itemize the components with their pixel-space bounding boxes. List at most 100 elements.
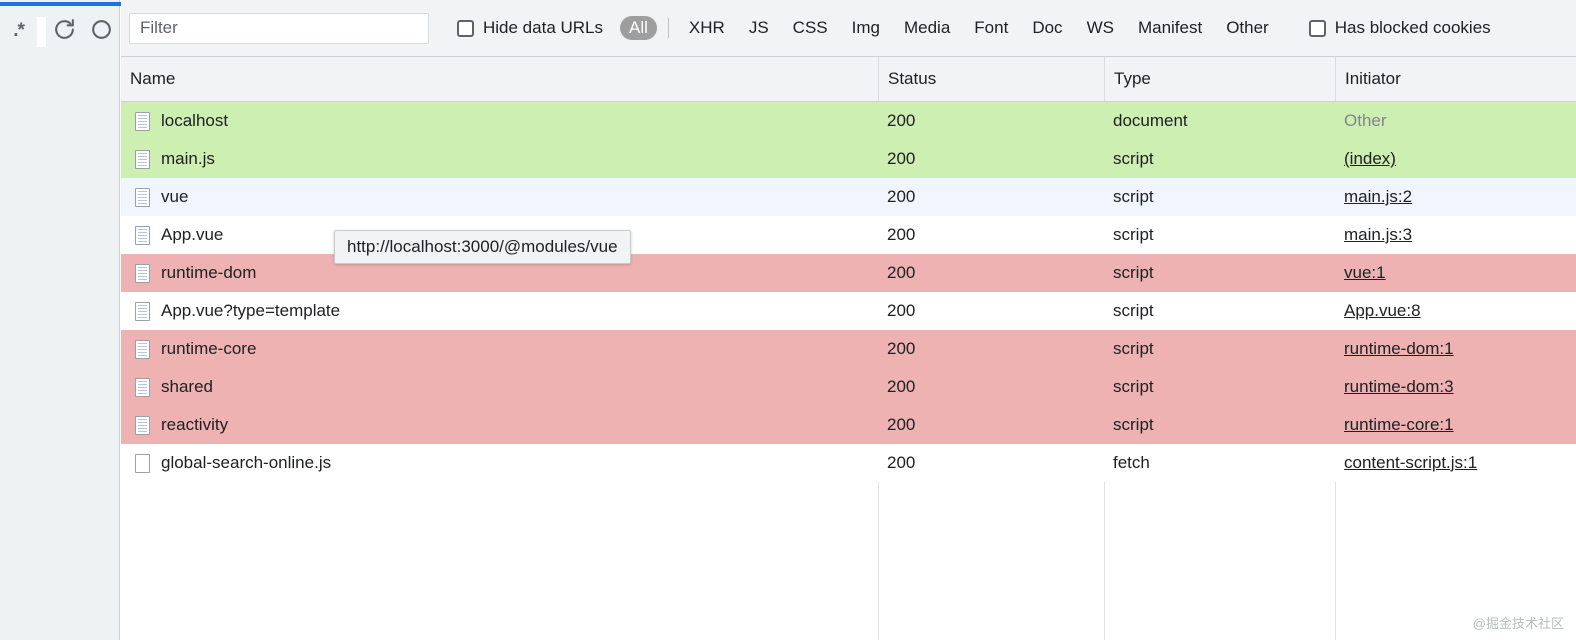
network-toolbar: Filter Hide data URLs All XHR JS CSS Img… bbox=[121, 0, 1576, 57]
initiator-link[interactable]: runtime-dom:1 bbox=[1344, 339, 1454, 358]
cell-status: 200 bbox=[887, 149, 916, 168]
file-lined-icon bbox=[135, 263, 150, 283]
type-filter-font[interactable]: Font bbox=[965, 16, 1017, 40]
progress-fill bbox=[0, 2, 122, 6]
request-name: runtime-dom bbox=[161, 263, 257, 282]
watermark: @掘金技术社区 bbox=[1472, 616, 1564, 631]
request-name: App.vue?type=template bbox=[161, 301, 341, 320]
devtools-network-panel: .* Filter Hide data URLs All XHR JS CSS … bbox=[0, 0, 1576, 640]
table-header-row: Name Status Type Initiator bbox=[121, 57, 1576, 102]
cell-initiator: runtime-dom:3 bbox=[1335, 368, 1576, 406]
type-filter-img[interactable]: Img bbox=[843, 16, 889, 40]
cell-name: global-search-online.js bbox=[121, 444, 878, 482]
cell-type: script bbox=[1113, 377, 1154, 396]
type-filter-other[interactable]: Other bbox=[1217, 16, 1278, 40]
table-row[interactable]: main.js 200 script (index) bbox=[121, 140, 1576, 178]
type-filter-ws[interactable]: WS bbox=[1078, 16, 1123, 40]
initiator-link[interactable]: runtime-dom:3 bbox=[1344, 377, 1454, 396]
cell-type: script bbox=[1113, 339, 1154, 358]
type-filter-js[interactable]: JS bbox=[740, 16, 778, 40]
request-name: App.vue bbox=[161, 225, 224, 244]
type-filter-divider bbox=[667, 18, 669, 38]
left-rail: .* bbox=[0, 0, 124, 640]
cell-initiator: content-script.js:1 bbox=[1335, 444, 1576, 482]
cell-initiator: runtime-dom:1 bbox=[1335, 330, 1576, 368]
regex-filter-button[interactable]: .* bbox=[0, 12, 37, 52]
table-row[interactable]: reactivity 200 script runtime-core:1 bbox=[121, 406, 1576, 444]
file-lined-icon bbox=[135, 301, 150, 321]
cell-initiator: vue:1 bbox=[1335, 254, 1576, 292]
initiator-link[interactable]: App.vue:8 bbox=[1344, 301, 1421, 320]
hide-data-urls-label: Hide data URLs bbox=[483, 18, 604, 37]
filter-input[interactable]: Filter bbox=[129, 12, 429, 44]
column-header-type[interactable]: Type bbox=[1104, 57, 1335, 101]
column-header-name[interactable]: Name bbox=[121, 57, 878, 101]
type-filter-all[interactable]: All bbox=[620, 16, 657, 40]
cell-initiator: App.vue:8 bbox=[1335, 292, 1576, 330]
type-filter-media[interactable]: Media bbox=[895, 16, 959, 40]
requests-table: Name Status Type Initiator localhost 200 d… bbox=[121, 57, 1576, 640]
cell-status: 200 bbox=[887, 453, 916, 472]
table-row[interactable]: App.vue?type=template 200 script App.vue:8 bbox=[121, 292, 1576, 330]
cell-status: 200 bbox=[887, 377, 916, 396]
checkbox-icon bbox=[457, 19, 474, 37]
cell-status: 200 bbox=[887, 225, 916, 244]
request-name: runtime-core bbox=[161, 339, 257, 358]
initiator-link[interactable]: runtime-core:1 bbox=[1344, 415, 1454, 434]
cell-name: App.vue?type=template bbox=[121, 292, 878, 330]
cell-initiator: Other bbox=[1335, 102, 1576, 140]
initiator-link[interactable]: main.js:2 bbox=[1344, 187, 1412, 206]
table-row[interactable]: runtime-core 200 script runtime-dom:1 bbox=[121, 330, 1576, 368]
cell-name: shared bbox=[121, 368, 878, 406]
cell-status: 200 bbox=[887, 301, 916, 320]
reload-button[interactable] bbox=[46, 12, 83, 52]
initiator-link[interactable]: vue:1 bbox=[1344, 263, 1386, 282]
cell-status: 200 bbox=[887, 263, 916, 282]
initiator-link[interactable]: content-script.js:1 bbox=[1344, 453, 1477, 472]
file-lined-icon bbox=[135, 111, 150, 131]
cell-type: script bbox=[1113, 187, 1154, 206]
record-button[interactable] bbox=[83, 12, 120, 52]
type-filter-manifest[interactable]: Manifest bbox=[1129, 16, 1211, 40]
url-tooltip: http://localhost:3000/@modules/vue bbox=[334, 230, 631, 264]
has-blocked-cookies-label: Has blocked cookies bbox=[1334, 18, 1491, 37]
cell-initiator: runtime-core:1 bbox=[1335, 406, 1576, 444]
regex-icon: .* bbox=[13, 19, 25, 41]
checkbox-icon bbox=[1308, 19, 1326, 37]
cell-name: main.js bbox=[121, 140, 878, 178]
request-name: vue bbox=[161, 187, 189, 206]
file-lined-icon bbox=[135, 187, 150, 207]
type-filter-doc[interactable]: Doc bbox=[1023, 16, 1071, 40]
type-filter-css[interactable]: CSS bbox=[784, 16, 837, 40]
cell-type: script bbox=[1113, 149, 1154, 168]
cell-status: 200 bbox=[887, 339, 916, 358]
cell-status: 200 bbox=[887, 187, 916, 206]
column-header-initiator[interactable]: Initiator bbox=[1335, 57, 1576, 101]
file-lined-icon bbox=[135, 149, 150, 169]
table-row[interactable]: shared 200 script runtime-dom:3 bbox=[121, 368, 1576, 406]
file-lined-icon bbox=[135, 377, 150, 397]
cell-name: runtime-core bbox=[121, 330, 878, 368]
initiator-link[interactable]: (index) bbox=[1344, 149, 1396, 168]
hide-data-urls-checkbox[interactable]: Hide data URLs bbox=[457, 18, 603, 38]
table-row[interactable]: localhost 200 document Other bbox=[121, 102, 1576, 140]
cell-type: script bbox=[1113, 263, 1154, 282]
cell-name: localhost bbox=[121, 102, 878, 140]
resource-type-filters: All XHR JS CSS Img Media Font Doc WS Man… bbox=[617, 16, 1281, 40]
initiator-link[interactable]: main.js:3 bbox=[1344, 225, 1412, 244]
column-header-status[interactable]: Status bbox=[878, 57, 1104, 101]
table-row[interactable]: global-search-online.js 200 fetch content-s… bbox=[121, 444, 1576, 482]
table-row[interactable]: vue 200 script main.js:2 bbox=[121, 178, 1576, 216]
cell-initiator: (index) bbox=[1335, 140, 1576, 178]
rail-toolbar: .* bbox=[0, 10, 120, 54]
file-blank-icon bbox=[135, 453, 150, 473]
table-body: localhost 200 document Other main.js 200 scrip… bbox=[121, 102, 1576, 482]
file-lined-icon bbox=[135, 415, 150, 435]
initiator-text: Other bbox=[1344, 111, 1387, 130]
cell-name: reactivity bbox=[121, 406, 878, 444]
request-name: main.js bbox=[161, 149, 215, 168]
progress-track bbox=[0, 2, 124, 6]
cell-type: script bbox=[1113, 301, 1154, 320]
has-blocked-cookies-checkbox[interactable]: Has blocked cookies bbox=[1308, 18, 1491, 38]
type-filter-xhr[interactable]: XHR bbox=[680, 16, 734, 40]
